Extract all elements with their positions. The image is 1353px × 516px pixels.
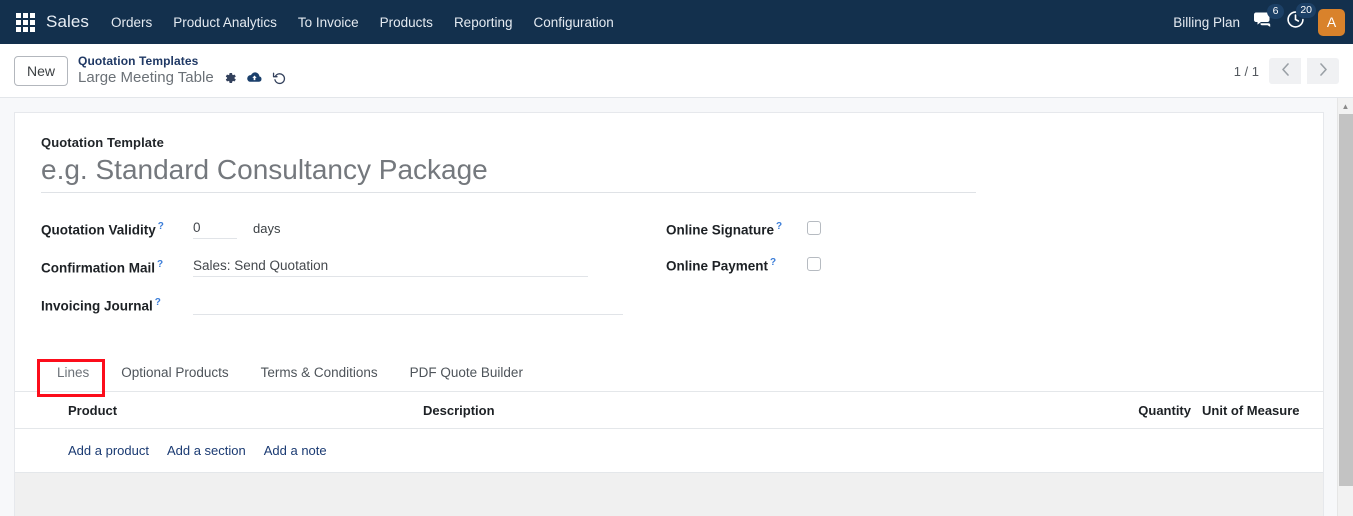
field-quotation-validity: Quotation Validity? days — [41, 219, 666, 239]
column-header-description: Description — [423, 403, 495, 418]
column-header-unit-of-measure: Unit of Measure — [1202, 403, 1300, 418]
menu-item-configuration[interactable]: Configuration — [533, 15, 613, 30]
gear-icon[interactable] — [223, 71, 237, 85]
scroll-up-arrow-icon[interactable]: ▲ — [1338, 98, 1353, 114]
help-icon[interactable]: ? — [770, 257, 776, 268]
control-panel: New Quotation Templates Large Meeting Ta… — [0, 44, 1353, 98]
form-columns: Quotation Validity? days Confirmation Ma… — [41, 219, 1297, 333]
chevron-left-icon — [1281, 63, 1290, 79]
chevron-right-icon — [1319, 63, 1328, 79]
quotation-validity-unit: days — [253, 221, 281, 236]
breadcrumb: Quotation Templates Large Meeting Table — [78, 54, 287, 87]
field-label: Invoicing Journal? — [41, 297, 161, 314]
lines-table-add-row: Add a product Add a section Add a note — [15, 429, 1323, 473]
top-navbar: Sales Orders Product Analytics To Invoic… — [0, 0, 1353, 44]
field-online-signature: Online Signature? — [666, 221, 821, 238]
activities-count-badge: 20 — [1296, 3, 1316, 18]
lines-table-footer — [15, 473, 1323, 516]
pager-next-button[interactable] — [1307, 58, 1339, 84]
messages-menu[interactable]: 6 — [1253, 3, 1284, 34]
pager-count: 1 / 1 — [1233, 63, 1259, 79]
menu-item-orders[interactable]: Orders — [111, 15, 152, 30]
field-invoicing-journal: Invoicing Journal? — [41, 295, 666, 315]
field-label: Online Signature? — [666, 221, 783, 238]
column-header-product: Product — [68, 403, 118, 418]
quotation-template-name-input[interactable] — [41, 152, 976, 193]
quotation-template-form: Quotation Template Quotation Validity? d… — [14, 112, 1324, 516]
help-icon[interactable]: ? — [776, 221, 782, 232]
form-column-right: Online Signature? Online Payment? — [666, 219, 821, 333]
page-title-label: Quotation Template — [41, 135, 164, 150]
field-label: Quotation Validity? — [41, 221, 164, 238]
tab-optional-products[interactable]: Optional Products — [105, 355, 244, 391]
lines-table-header: Product Description Quantity Unit of Mea… — [15, 392, 1323, 429]
apps-grid-icon[interactable] — [14, 11, 36, 33]
scrollbar-thumb[interactable] — [1339, 114, 1353, 486]
menu-item-to-invoice[interactable]: To Invoice — [298, 15, 359, 30]
lines-table: Product Description Quantity Unit of Mea… — [15, 392, 1323, 516]
vertical-scrollbar[interactable]: ▲ — [1337, 98, 1353, 516]
field-label: Online Payment? — [666, 256, 777, 274]
field-confirmation-mail: Confirmation Mail? — [41, 257, 666, 277]
tab-pdf-quote-builder[interactable]: PDF Quote Builder — [394, 355, 539, 391]
pager-previous-button[interactable] — [1269, 58, 1301, 84]
add-a-note-link[interactable]: Add a note — [264, 443, 327, 458]
billing-plan-link[interactable]: Billing Plan — [1173, 15, 1240, 30]
breadcrumb-parent-quotation-templates[interactable]: Quotation Templates — [78, 54, 287, 69]
add-a-section-link[interactable]: Add a section — [167, 443, 246, 458]
app-brand-sales[interactable]: Sales — [46, 12, 89, 32]
column-header-quantity: Quantity — [1138, 403, 1191, 418]
breadcrumb-current-record: Large Meeting Table — [78, 69, 214, 86]
activities-menu[interactable]: 20 — [1286, 3, 1316, 34]
avatar[interactable]: A — [1318, 8, 1345, 36]
notebook-tabs: Lines Optional Products Terms & Conditio… — [15, 355, 1323, 397]
form-sheet-area: Quotation Template Quotation Validity? d… — [0, 98, 1353, 516]
confirmation-mail-input[interactable] — [193, 257, 588, 277]
record-pager: 1 / 1 — [1234, 44, 1339, 98]
undo-icon[interactable] — [272, 71, 287, 85]
new-button[interactable]: New — [14, 55, 69, 86]
field-online-payment: Online Payment? — [666, 256, 821, 274]
cloud-upload-icon[interactable] — [246, 71, 263, 85]
help-icon[interactable]: ? — [158, 221, 164, 232]
help-icon[interactable]: ? — [155, 297, 161, 308]
add-a-product-link[interactable]: Add a product — [68, 443, 149, 458]
help-icon[interactable]: ? — [157, 259, 163, 270]
online-payment-checkbox[interactable] — [807, 256, 821, 271]
form-column-left: Quotation Validity? days Confirmation Ma… — [41, 219, 666, 333]
menu-item-product-analytics[interactable]: Product Analytics — [173, 15, 277, 30]
messages-count-badge: 6 — [1267, 3, 1284, 19]
tab-lines[interactable]: Lines — [41, 355, 105, 391]
tab-terms-and-conditions[interactable]: Terms & Conditions — [245, 355, 394, 391]
navbar-right-group: Billing Plan 6 20 A — [1173, 0, 1345, 44]
quotation-validity-input[interactable] — [193, 219, 237, 239]
online-signature-checkbox[interactable] — [807, 221, 821, 235]
menu-item-products[interactable]: Products — [380, 15, 433, 30]
field-label: Confirmation Mail? — [41, 259, 164, 276]
invoicing-journal-input[interactable] — [193, 295, 623, 315]
menu-item-reporting[interactable]: Reporting — [454, 15, 513, 30]
